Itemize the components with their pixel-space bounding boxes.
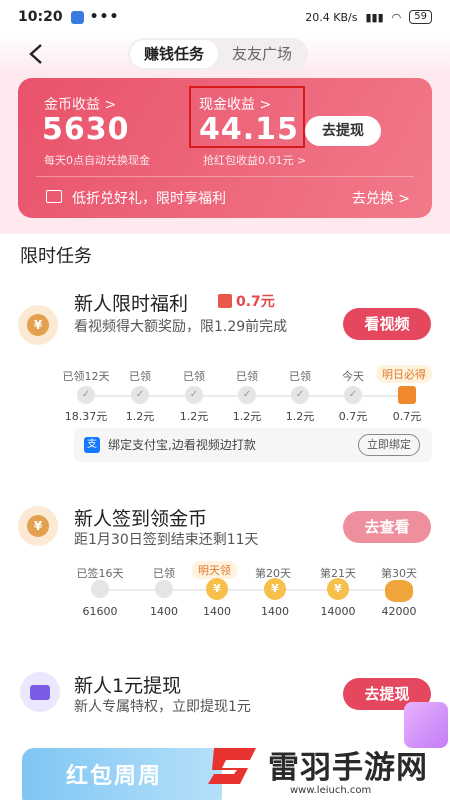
- coin-earnings-label[interactable]: 金币收益 >: [44, 94, 116, 114]
- withdraw-button[interactable]: 去提现: [305, 116, 381, 146]
- redpacket-icon: [218, 294, 232, 308]
- tomorrow-tag: 明天领: [192, 561, 237, 579]
- network-speed: 20.4 KB/s: [305, 10, 358, 24]
- coin-earnings-value: 5630: [42, 112, 130, 147]
- step-label: 已签16天: [76, 567, 124, 580]
- tomorrow-tag: 明日必得: [376, 365, 432, 383]
- alipay-icon: 支: [84, 437, 100, 453]
- watermark-url: www.leiuch.com: [290, 785, 372, 796]
- task-title: 新人签到领金币: [74, 508, 208, 530]
- back-arrow-icon[interactable]: [22, 40, 50, 68]
- gift-icon: [398, 386, 416, 404]
- battery-icon: 59: [409, 10, 432, 24]
- reward-badge: 0.7元: [218, 291, 275, 311]
- step-value: 18.37元: [64, 410, 108, 423]
- step-value: 1400: [150, 605, 178, 618]
- step-value: 1.2元: [179, 410, 209, 423]
- check-icon: ✓: [291, 386, 309, 404]
- task-description: 新人专属特权，立即提现1元: [74, 699, 251, 715]
- yuan-coin-icon: ¥: [18, 506, 58, 546]
- step-label: 已领: [153, 567, 175, 580]
- watermark-text: 雷羽手游网: [268, 750, 428, 786]
- step-value: 42000: [381, 605, 417, 618]
- mail-icon: [46, 190, 62, 203]
- task-description: 看视频得大额奖励，限1.29前完成: [74, 319, 288, 335]
- step-label: 已领: [236, 370, 258, 383]
- alipay-text: 绑定支付宝,边看视频边打款: [108, 438, 256, 452]
- step-value: 14000: [320, 605, 356, 618]
- step-label: 已领: [129, 370, 151, 383]
- step-value: 1400: [261, 605, 289, 618]
- view-button[interactable]: 去查看: [343, 511, 431, 543]
- coin-icon: ¥: [206, 578, 228, 600]
- step-value: 0.7元: [392, 410, 422, 423]
- step-value: 1.2元: [232, 410, 262, 423]
- task-description: 距1月30日签到结束还剩11天: [74, 532, 259, 548]
- yuan-coin-icon: ¥: [18, 305, 58, 345]
- coin-icon: ¥: [327, 578, 349, 600]
- tab-switcher: 赚钱任务 友友广场: [128, 38, 309, 70]
- check-icon: ✓: [344, 386, 362, 404]
- redpacket-earnings-note[interactable]: 抢红包收益0.01元 >: [203, 152, 306, 168]
- check-icon: ✓: [185, 386, 203, 404]
- check-icon: ✓: [238, 386, 256, 404]
- step-label: 今天: [342, 370, 364, 383]
- coin-icon: ¥: [264, 578, 286, 600]
- step-label: 第30天: [381, 567, 417, 580]
- status-time: 10:20: [18, 9, 63, 25]
- alipay-bind-bar: 支 绑定支付宝,边看视频边打款 立即绑定: [74, 428, 432, 462]
- check-icon: [155, 580, 173, 598]
- section-title: 限时任务: [20, 246, 92, 267]
- status-more-dots: •••: [89, 9, 120, 25]
- signal-icon: ▮▮▮: [365, 10, 384, 24]
- step-label: 已领: [183, 370, 205, 383]
- status-bar: 10:20 ••• 20.4 KB/s ▮▮▮ ◠ 59: [0, 0, 450, 34]
- watermark-logo: [208, 748, 256, 784]
- coin-pile-icon: [385, 580, 413, 602]
- card-divider: [36, 176, 414, 177]
- highlight-box: [189, 86, 305, 148]
- promo-text: 低折兑好礼，限时享福利: [72, 191, 226, 207]
- tab-friends-square[interactable]: 友友广场: [218, 40, 306, 68]
- coin-exchange-note: 每天0点自动兑换现金: [44, 154, 150, 167]
- check-icon: ✓: [131, 386, 149, 404]
- step-value: 1.2元: [285, 410, 315, 423]
- wifi-icon: ◠: [391, 10, 402, 24]
- task-title: 新人限时福利: [74, 293, 189, 315]
- earnings-card: 金币收益 > 5630 每天0点自动兑换现金 现金收益 > 44.15 抢红包收…: [18, 78, 432, 218]
- exchange-link[interactable]: 去兑换 >: [352, 188, 410, 208]
- step-label: 已领12天: [62, 370, 110, 383]
- step-value: 61600: [82, 605, 118, 618]
- notification-app-icon: [70, 10, 84, 24]
- header: 赚钱任务 友友广场: [0, 34, 450, 74]
- step-value: 1.2元: [125, 410, 155, 423]
- task-title: 新人1元提现: [74, 675, 182, 697]
- reward-amount: 0.7元: [236, 294, 275, 310]
- bind-now-button[interactable]: 立即绑定: [358, 434, 420, 456]
- progress-track: [100, 589, 400, 591]
- step-value: 0.7元: [338, 410, 368, 423]
- watch-video-button[interactable]: 看视频: [343, 308, 431, 340]
- step-value: 1400: [203, 605, 231, 618]
- tab-earn-tasks[interactable]: 赚钱任务: [130, 40, 219, 68]
- banner-title: 红包周周: [66, 764, 163, 789]
- check-icon: ✓: [77, 386, 95, 404]
- step-label: 已领: [289, 370, 311, 383]
- check-icon: [91, 580, 109, 598]
- wallet-icon: [20, 672, 60, 712]
